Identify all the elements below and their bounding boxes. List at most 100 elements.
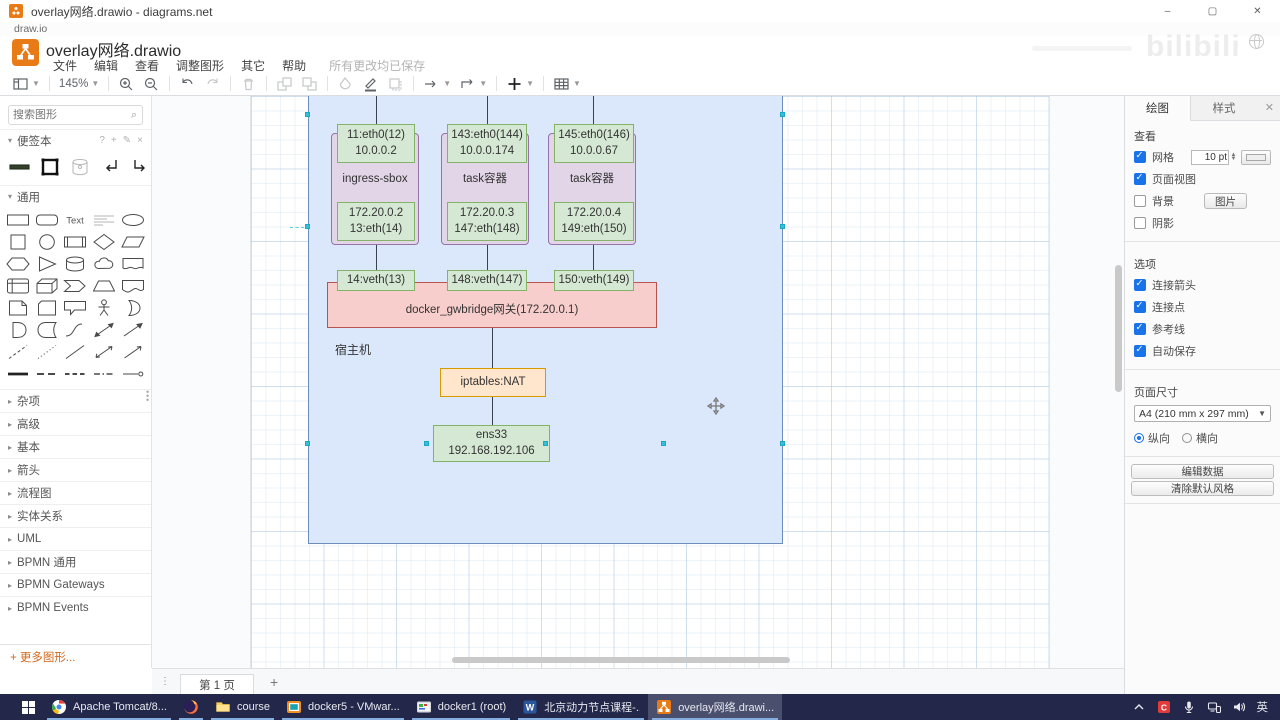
shape-data-storage-icon[interactable] — [33, 319, 62, 341]
maximize-button[interactable]: ▢ — [1190, 0, 1235, 22]
selection-handle[interactable] — [305, 112, 310, 117]
connector-line[interactable] — [593, 241, 594, 270]
tab-diagram[interactable]: 绘图 — [1125, 96, 1191, 121]
shape-document-icon[interactable] — [118, 253, 147, 275]
grid-size-stepper[interactable]: ▲ ▼ — [1229, 150, 1238, 165]
taskbar-item-vmware-docker1[interactable]: docker1 (root) — [408, 694, 514, 720]
selection-handle[interactable] — [543, 441, 548, 446]
shape-bidirectional-arrow-icon[interactable] — [90, 319, 119, 341]
ens33-nic-shape[interactable]: ens33 192.168.192.106 — [433, 425, 550, 462]
clear-default-style-button[interactable]: 清除默认风格 — [1131, 481, 1274, 496]
table-icon[interactable]: ▼ — [549, 74, 585, 94]
sidebar-section-BPMN Events[interactable]: ▸ BPMN Events — [0, 596, 151, 619]
shape-bold-line-icon[interactable] — [4, 363, 33, 385]
sidebar-section-BPMN Gateways[interactable]: ▸ BPMN Gateways — [0, 573, 151, 596]
chevron-up-icon[interactable] — [1132, 700, 1146, 714]
selection-handle[interactable] — [780, 224, 785, 229]
scratchpad-close-icon[interactable]: × — [137, 135, 143, 146]
veth-shape[interactable]: 14:veth(13) — [337, 270, 415, 291]
shape-triangle-icon[interactable] — [33, 253, 62, 275]
vertical-scrollbar[interactable] — [1115, 265, 1122, 392]
close-button[interactable]: ✕ — [1235, 0, 1280, 22]
sidebar-section-基本[interactable]: ▸ 基本 — [0, 435, 151, 458]
sidebar-section-杂项[interactable]: ▸ 杂项 — [0, 389, 151, 412]
shape-bidirectional-connector-icon[interactable] — [90, 341, 119, 363]
taskbar-item-drawio[interactable]: overlay网络.drawi... — [648, 694, 783, 720]
shape-cylinder-icon[interactable] — [61, 253, 90, 275]
guides-checkbox[interactable] — [1134, 322, 1146, 335]
connector-line[interactable] — [376, 241, 377, 270]
sidebar-section-箭头[interactable]: ▸ 箭头 — [0, 458, 151, 481]
shape-square-icon[interactable] — [4, 231, 33, 253]
shape-or-icon[interactable] — [118, 297, 147, 319]
shape-dashed-edge-icon[interactable] — [33, 363, 62, 385]
ime-icon[interactable]: 英 — [1257, 699, 1269, 715]
sidebar-section-实体关系[interactable]: ▸ 实体关系 — [0, 504, 151, 527]
undo-icon[interactable] — [175, 74, 200, 94]
page-view-checkbox[interactable] — [1134, 172, 1146, 185]
sidebar-resize-handle[interactable]: • • • — [146, 388, 151, 405]
eth-interface-shape[interactable]: 145:eth0(146) 10.0.0.67 — [554, 124, 634, 163]
autosave-checkbox[interactable] — [1134, 344, 1146, 357]
grid-size-input[interactable]: 10 pt — [1191, 149, 1229, 165]
shape-rectangle-icon[interactable] — [4, 209, 33, 231]
selection-handle[interactable] — [780, 112, 785, 117]
taskbar-item-chrome[interactable]: Apache Tomcat/8... — [43, 694, 175, 720]
insert-icon[interactable]: ▼ — [502, 74, 538, 94]
shape-parallelogram-icon[interactable] — [118, 231, 147, 253]
line-color-icon[interactable] — [358, 74, 383, 94]
shape-text-icon[interactable]: Text — [61, 209, 90, 231]
taskbar-item-word-doc[interactable]: W 北京动力节点课程-... — [514, 694, 648, 720]
drawing-canvas[interactable]: ingress-sbox 11:eth0(12) 10.0.0.2 172.20.… — [152, 96, 1124, 668]
selection-handle[interactable] — [305, 441, 310, 446]
shape-hexagon-icon[interactable] — [4, 253, 33, 275]
search-input[interactable] — [9, 109, 131, 121]
sidebar-section-流程图[interactable]: ▸ 流程图 — [0, 481, 151, 504]
selection-handle[interactable] — [661, 441, 666, 446]
horizontal-scrollbar[interactable] — [452, 657, 790, 663]
shape-textbox-icon[interactable] — [90, 209, 119, 231]
thick-line-shape-icon[interactable] — [8, 156, 32, 178]
veth-shape[interactable]: 148:veth(147) — [447, 270, 527, 291]
connection-arrows-checkbox[interactable] — [1134, 278, 1146, 291]
shape-directional-connector-icon[interactable] — [118, 341, 147, 363]
shape-diamond-icon[interactable] — [90, 231, 119, 253]
eth-interface-shape[interactable]: 172.20.0.3 147:eth(148) — [447, 202, 527, 241]
shape-ellipse-icon[interactable] — [118, 209, 147, 231]
microphone-icon[interactable] — [1182, 700, 1196, 714]
shape-dashdot-edge-icon[interactable] — [90, 363, 119, 385]
background-image-button[interactable]: 图片 — [1204, 193, 1247, 209]
sidebar-section-UML[interactable]: ▸ UML — [0, 527, 151, 550]
shape-trapezoid-icon[interactable] — [90, 275, 119, 297]
bold-square-shape-icon[interactable] — [38, 156, 62, 178]
shape-note-icon[interactable] — [4, 297, 33, 319]
add-page-button[interactable]: + — [270, 674, 278, 690]
shape-and-icon[interactable] — [4, 319, 33, 341]
shape-step-icon[interactable] — [61, 275, 90, 297]
scratchpad-edit-icon[interactable]: ✎ — [123, 135, 131, 146]
general-section-header[interactable]: ▾ 通用 — [0, 185, 151, 207]
record-icon[interactable]: C — [1157, 700, 1171, 714]
shape-dashed-line-icon[interactable] — [4, 341, 33, 363]
minimize-button[interactable]: – — [1145, 0, 1190, 22]
network-icon[interactable] — [1207, 700, 1221, 714]
shape-dotted-line-icon[interactable] — [33, 341, 62, 363]
eth-interface-shape[interactable]: 172.20.0.2 13:eth(14) — [337, 202, 415, 241]
shape-search[interactable]: ⌕ — [8, 105, 143, 125]
scratchpad-header[interactable]: ▾ 便签本 ? + ✎ × — [0, 129, 151, 151]
shape-tape-icon[interactable] — [118, 275, 147, 297]
zoom-out-icon[interactable] — [139, 74, 164, 94]
eth-interface-shape[interactable]: 172.20.0.4 149:eth(150) — [554, 202, 634, 241]
shape-cloud-icon[interactable] — [90, 253, 119, 275]
taskbar-item-vmware-docker5[interactable]: docker5 - VMwar... — [278, 694, 408, 720]
sidebar-section-BPMN 通用[interactable]: ▸ BPMN 通用 — [0, 550, 151, 573]
corner-arrow-left-icon[interactable] — [98, 156, 122, 178]
background-checkbox[interactable] — [1134, 195, 1146, 207]
disk-shape-icon[interactable] — [68, 156, 92, 178]
landscape-radio[interactable] — [1182, 433, 1192, 443]
connector-line[interactable] — [487, 96, 488, 124]
page-size-select[interactable]: A4 (210 mm x 297 mm) ▼ — [1134, 405, 1271, 422]
eth-interface-shape[interactable]: 11:eth0(12) 10.0.0.2 — [337, 124, 415, 163]
shape-process-icon[interactable] — [61, 231, 90, 253]
page-tab[interactable]: 第 1 页 — [180, 674, 254, 694]
